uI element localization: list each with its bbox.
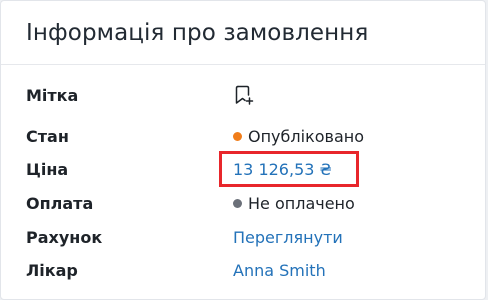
bookmark-plus-icon[interactable] [231, 82, 257, 108]
row-status: Стан Опубліковано [26, 124, 485, 148]
order-info-card: Інформація про замовлення Мітка Стан Опу… [0, 0, 486, 300]
status-label: Стан [26, 126, 69, 146]
status-text: Опубліковано [248, 126, 364, 146]
status-dot [233, 131, 242, 141]
price-label: Ціна [26, 159, 69, 179]
row-doctor: Лікар Anna Smith [26, 258, 485, 282]
invoice-label: Рахунок [26, 227, 103, 247]
invoice-view-link[interactable]: Переглянути [233, 228, 343, 247]
doctor-label: Лікар [26, 260, 78, 280]
payment-dot [233, 198, 242, 208]
doctor-link[interactable]: Anna Smith [233, 261, 326, 280]
payment-text: Не оплачено [248, 193, 355, 213]
row-invoice: Рахунок Переглянути [26, 225, 485, 249]
card-title: Інформація про замовлення [26, 19, 369, 46]
tag-label: Мітка [26, 85, 79, 105]
payment-label: Оплата [26, 193, 94, 213]
status-value: Опубліковано [233, 127, 364, 146]
row-payment: Оплата Не оплачено [26, 191, 485, 215]
price-highlight-box [219, 151, 359, 187]
payment-value: Не оплачено [233, 194, 355, 213]
row-tag: Мітка [26, 83, 485, 107]
card-header: Інформація про замовлення [1, 1, 485, 65]
